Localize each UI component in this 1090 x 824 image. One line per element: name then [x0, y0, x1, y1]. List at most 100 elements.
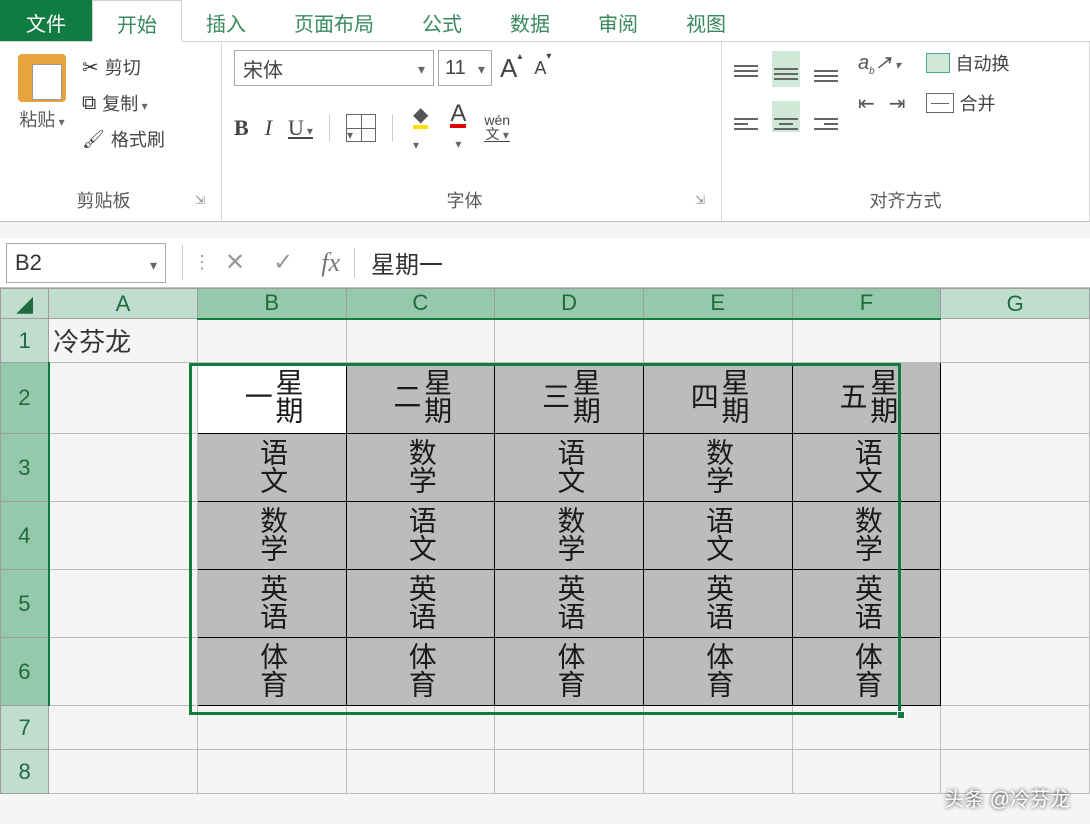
cell-E8[interactable]: [643, 750, 792, 794]
cell-B5[interactable]: 英语: [197, 570, 346, 638]
cell-C4[interactable]: 语文: [346, 502, 495, 570]
cell-F2[interactable]: 星期五: [792, 363, 941, 434]
cell-G7[interactable]: [941, 706, 1090, 750]
font-size-combo[interactable]: 11: [438, 50, 492, 86]
cell-B4[interactable]: 数学: [197, 502, 346, 570]
align-middle-button[interactable]: [772, 51, 800, 87]
align-right-button[interactable]: [814, 103, 838, 130]
align-left-button[interactable]: [734, 103, 758, 130]
tab-page-layout[interactable]: 页面布局: [270, 0, 398, 41]
col-header-A[interactable]: A: [49, 289, 198, 319]
cell-C3[interactable]: 数学: [346, 434, 495, 502]
cell-F4[interactable]: 数学: [792, 502, 941, 570]
cell-D4[interactable]: 数学: [495, 502, 644, 570]
cell-D8[interactable]: [495, 750, 644, 794]
decrease-indent-button[interactable]: ⇤: [858, 91, 875, 116]
tab-insert[interactable]: 插入: [182, 0, 270, 41]
tab-review[interactable]: 审阅: [574, 0, 662, 41]
align-top-button[interactable]: [734, 50, 758, 87]
col-header-E[interactable]: E: [643, 289, 792, 319]
cell-B6[interactable]: 体育: [197, 638, 346, 706]
cell-D6[interactable]: 体育: [495, 638, 644, 706]
tab-view[interactable]: 视图: [662, 0, 750, 41]
col-header-F[interactable]: F: [792, 289, 941, 319]
cell-C5[interactable]: 英语: [346, 570, 495, 638]
cell-C2[interactable]: 星期二: [346, 363, 495, 434]
cell-D5[interactable]: 英语: [495, 570, 644, 638]
cell-G1[interactable]: [941, 319, 1090, 363]
borders-button[interactable]: [346, 114, 376, 142]
cell-F3[interactable]: 语文: [792, 434, 941, 502]
row-header-1[interactable]: 1: [1, 319, 49, 363]
cell-F7[interactable]: [792, 706, 941, 750]
col-header-C[interactable]: C: [346, 289, 495, 319]
cell-B2[interactable]: 星期一: [197, 363, 346, 434]
cell-C7[interactable]: [346, 706, 495, 750]
grow-font-button[interactable]: A▴: [496, 53, 526, 84]
row-header-3[interactable]: 3: [1, 434, 49, 502]
italic-button[interactable]: I: [265, 115, 272, 141]
spreadsheet-grid[interactable]: ◢ A B C D E F G 1 冷芬龙 2 星期一 星期二 星期三 星期四 …: [0, 288, 1090, 794]
cell-G5[interactable]: [941, 570, 1090, 638]
cell-B7[interactable]: [197, 706, 346, 750]
col-header-G[interactable]: G: [941, 289, 1090, 319]
cell-F5[interactable]: 英语: [792, 570, 941, 638]
cell-D1[interactable]: [495, 319, 644, 363]
row-header-2[interactable]: 2: [1, 363, 49, 434]
cell-B1[interactable]: [197, 319, 346, 363]
cell-D7[interactable]: [495, 706, 644, 750]
cell-D3[interactable]: 语文: [495, 434, 644, 502]
cell-F8[interactable]: [792, 750, 941, 794]
cell-B3[interactable]: 语文: [197, 434, 346, 502]
row-header-8[interactable]: 8: [1, 750, 49, 794]
bold-button[interactable]: B: [234, 115, 249, 141]
accept-formula-button[interactable]: ✓: [259, 248, 307, 277]
clipboard-launcher[interactable]: ⇲: [195, 193, 209, 207]
align-bottom-button[interactable]: [814, 55, 838, 82]
cell-F6[interactable]: 体育: [792, 638, 941, 706]
cell-A5[interactable]: [49, 570, 198, 638]
cell-A1[interactable]: 冷芬龙: [49, 319, 198, 363]
cell-A8[interactable]: [49, 750, 198, 794]
cancel-formula-button[interactable]: ✕: [211, 248, 259, 277]
tab-formulas[interactable]: 公式: [398, 0, 486, 41]
tab-home[interactable]: 开始: [92, 0, 182, 42]
select-all-corner[interactable]: ◢: [1, 289, 49, 319]
tab-file[interactable]: 文件: [0, 0, 92, 41]
col-header-B[interactable]: B: [197, 289, 346, 319]
cut-button[interactable]: 剪切: [82, 54, 165, 80]
wrap-text-button[interactable]: 自动换: [926, 50, 1010, 76]
cell-E7[interactable]: [643, 706, 792, 750]
phonetic-guide-button[interactable]: wén文: [484, 113, 510, 142]
cell-A6[interactable]: [49, 638, 198, 706]
cell-G3[interactable]: [941, 434, 1090, 502]
cell-E4[interactable]: 语文: [643, 502, 792, 570]
row-header-4[interactable]: 4: [1, 502, 49, 570]
align-center-button[interactable]: [772, 101, 800, 132]
row-header-7[interactable]: 7: [1, 706, 49, 750]
increase-indent-button[interactable]: ⇥: [889, 91, 906, 116]
cell-C6[interactable]: 体育: [346, 638, 495, 706]
cell-E1[interactable]: [643, 319, 792, 363]
cell-G4[interactable]: [941, 502, 1090, 570]
name-box[interactable]: B2: [6, 243, 166, 283]
cell-G6[interactable]: [941, 638, 1090, 706]
cell-C1[interactable]: [346, 319, 495, 363]
format-painter-button[interactable]: 格式刷: [82, 126, 165, 152]
col-header-D[interactable]: D: [495, 289, 644, 319]
shrink-font-button[interactable]: A▾: [530, 58, 555, 79]
underline-button[interactable]: U: [288, 115, 313, 141]
cell-E6[interactable]: 体育: [643, 638, 792, 706]
merge-center-button[interactable]: 合并: [926, 90, 1010, 116]
row-header-6[interactable]: 6: [1, 638, 49, 706]
cell-A4[interactable]: [49, 502, 198, 570]
cell-A7[interactable]: [49, 706, 198, 750]
tab-data[interactable]: 数据: [486, 0, 574, 41]
fill-color-button[interactable]: [409, 101, 432, 155]
cell-C8[interactable]: [346, 750, 495, 794]
row-header-5[interactable]: 5: [1, 570, 49, 638]
cell-A3[interactable]: [49, 434, 198, 502]
font-color-button[interactable]: A: [448, 100, 468, 155]
cell-B8[interactable]: [197, 750, 346, 794]
cell-F1[interactable]: [792, 319, 941, 363]
